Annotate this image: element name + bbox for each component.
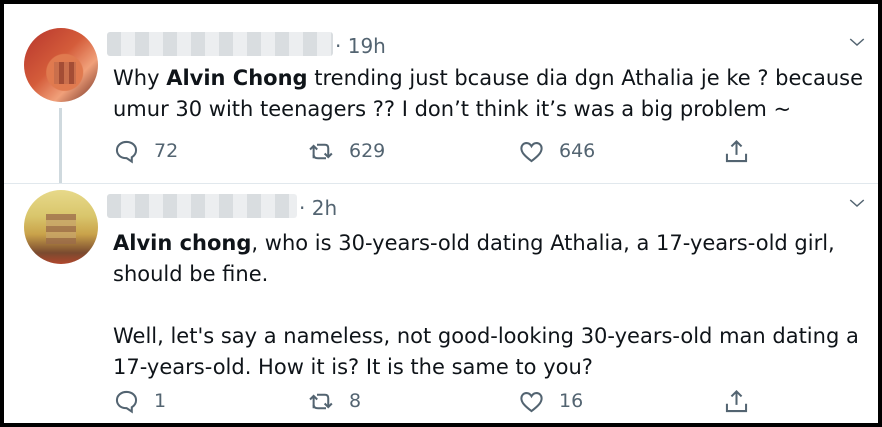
retweet-count: 8: [349, 390, 362, 412]
speech-bubble-icon: [115, 390, 138, 414]
tweet-1[interactable]: · 19h Why Alvin Chong trending just bcau…: [4, 4, 878, 184]
mention-name: Alvin Chong: [166, 66, 308, 90]
tweet-text-prefix: Why: [113, 66, 167, 90]
thread-connector: [59, 108, 62, 184]
share-button[interactable]: [723, 137, 750, 165]
chevron-down-icon[interactable]: [848, 194, 866, 212]
screenshot-frame: · 19h Why Alvin Chong trending just bcau…: [0, 0, 882, 427]
share-upload-icon: [725, 389, 748, 412]
blurred-username[interactable]: [107, 194, 297, 218]
avatar[interactable]: [24, 190, 98, 264]
mention-name: Alvin chong: [113, 231, 252, 255]
like-button[interactable]: 646: [518, 137, 595, 165]
share-button[interactable]: [723, 387, 750, 415]
reply-count: 72: [154, 140, 179, 162]
like-count: 646: [559, 140, 596, 162]
tweet-text: Why Alvin Chong trending just bcause dia…: [113, 63, 865, 125]
tweet-2[interactable]: · 2h Alvin chong, who is 30-years-old da…: [4, 184, 878, 427]
like-button[interactable]: 16: [518, 387, 583, 415]
avatar[interactable]: [24, 28, 98, 102]
chevron-down-icon[interactable]: [848, 33, 866, 51]
retweet-button[interactable]: 8: [308, 387, 361, 415]
retweet-button[interactable]: 629: [308, 137, 385, 165]
tweet-timestamp[interactable]: · 2h: [299, 196, 337, 220]
reply-button[interactable]: 72: [113, 137, 178, 165]
heart-icon: [520, 391, 543, 412]
speech-bubble-icon: [115, 140, 138, 164]
tweet-text: Alvin chong, who is 30-years-old dating …: [113, 228, 865, 383]
like-count: 16: [559, 390, 584, 412]
retweet-count: 629: [349, 140, 386, 162]
reply-count: 1: [154, 390, 167, 412]
reply-button[interactable]: 1: [113, 387, 166, 415]
blurred-username[interactable]: [107, 32, 333, 56]
heart-icon: [520, 141, 543, 162]
share-upload-icon: [725, 139, 748, 162]
retweet-arrows-icon: [309, 143, 333, 159]
retweet-arrows-icon: [309, 393, 333, 409]
tweet-timestamp[interactable]: · 19h: [335, 34, 386, 58]
